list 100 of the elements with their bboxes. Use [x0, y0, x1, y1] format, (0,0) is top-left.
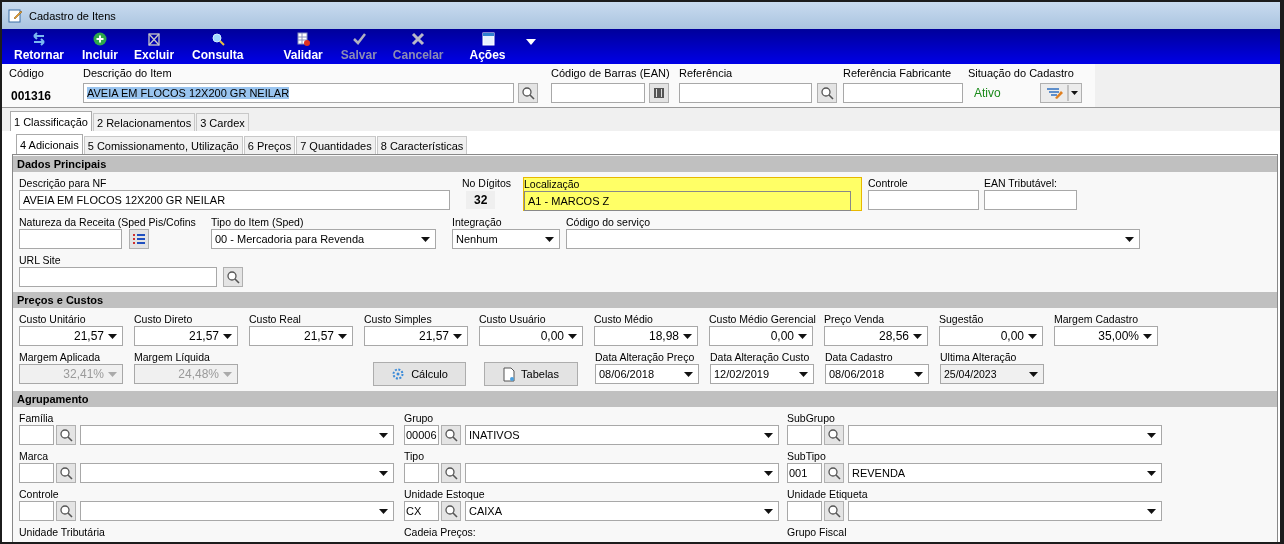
dropdown-field[interactable]	[80, 501, 394, 521]
search-button[interactable]	[441, 501, 461, 521]
field-label: Margem Líquida	[134, 351, 210, 364]
number-dropdown-field[interactable]: 21,57	[19, 326, 123, 346]
number-dropdown-field[interactable]: 21,57	[364, 326, 468, 346]
dropdown-field[interactable]: INATIVOS	[465, 425, 779, 445]
field-label: Integração	[452, 216, 502, 229]
search-button[interactable]	[56, 425, 76, 445]
tab[interactable]: 8 Características	[376, 136, 468, 154]
search-button[interactable]	[518, 83, 538, 103]
search-button[interactable]	[824, 501, 844, 521]
search-button[interactable]	[817, 83, 837, 103]
toolbar-validate-button[interactable]: Validar	[281, 31, 325, 62]
text-field[interactable]	[868, 190, 979, 210]
tab[interactable]: 3 Cardex	[196, 113, 249, 131]
calculate-button[interactable]: Cálculo	[373, 362, 466, 386]
status-value: Ativo	[974, 86, 1002, 100]
dropdown-arrow-icon	[914, 371, 923, 377]
dropdown-field[interactable]: 12/02/2019	[710, 364, 814, 384]
field-label: Controle	[19, 488, 59, 501]
code-field[interactable]: 001	[787, 463, 822, 483]
dropdown-field[interactable]: 25/04/2023	[940, 364, 1044, 384]
text-field[interactable]	[19, 267, 217, 287]
dropdown-field[interactable]: 08/06/2018	[825, 364, 929, 384]
dropdown-field[interactable]: 00 - Mercadoria para Revenda	[211, 229, 436, 249]
dropdown-field[interactable]	[465, 463, 779, 483]
text-field[interactable]: A1 - MARCOS Z	[524, 191, 851, 211]
dropdown-field[interactable]	[80, 463, 394, 483]
code-field[interactable]	[404, 463, 439, 483]
dropdown-arrow-icon	[764, 508, 773, 514]
tab[interactable]: 2 Relacionamentos	[93, 113, 196, 131]
field-label: Código	[9, 67, 44, 80]
tab[interactable]: 7 Quantidades	[296, 136, 376, 154]
tab[interactable]: 5 Comissionamento, Utilização	[83, 136, 243, 154]
dropdown-field[interactable]	[848, 501, 1162, 521]
dropdown-field[interactable]: 08/06/2018	[595, 364, 699, 384]
search-button[interactable]	[824, 425, 844, 445]
code-field[interactable]: 00006	[404, 425, 439, 445]
field-label: URL Site	[19, 254, 61, 267]
dropdown-field[interactable]: REVENDA	[848, 463, 1162, 483]
barcode-field[interactable]	[551, 83, 645, 103]
form-icon	[8, 8, 23, 23]
edit-dropdown-button[interactable]	[1040, 83, 1082, 103]
dropdown-field[interactable]: CAIXA	[465, 501, 779, 521]
tables-button[interactable]: Tabelas	[484, 362, 578, 386]
dropdown-arrow-icon	[421, 236, 430, 242]
toolbar-add-button[interactable]: Incluir	[80, 31, 121, 62]
search-button[interactable]	[441, 463, 461, 483]
field-label: Unidade Estoque	[404, 488, 485, 501]
search-icon	[59, 504, 73, 518]
tab[interactable]: 1 Classificação	[10, 111, 92, 131]
search-button[interactable]	[56, 501, 76, 521]
number-dropdown-field[interactable]: 28,56	[824, 326, 928, 346]
dropdown-field[interactable]	[566, 229, 1140, 249]
text-field[interactable]	[984, 190, 1077, 210]
toolbar-delete-button[interactable]: Excluir	[132, 31, 177, 62]
field-label: Ultima Alteração	[940, 351, 1017, 364]
list-button[interactable]	[129, 229, 149, 249]
number-dropdown-field[interactable]: 21,57	[249, 326, 353, 346]
text-field[interactable]	[19, 229, 122, 249]
number-dropdown-field[interactable]: 0,00	[939, 326, 1043, 346]
tab[interactable]: 4 Adicionais	[16, 134, 83, 154]
search-button[interactable]	[223, 267, 243, 287]
dropdown-field[interactable]	[80, 425, 394, 445]
number-dropdown-field[interactable]: 21,57	[134, 326, 238, 346]
code-field[interactable]	[787, 501, 822, 521]
code-field[interactable]: CX	[404, 501, 439, 521]
dropdown-arrow-icon	[1147, 508, 1156, 514]
dropdown-field[interactable]: Nenhum	[452, 229, 560, 249]
number-dropdown-field[interactable]: 0,00	[479, 326, 583, 346]
toolbar-search-button[interactable]: Consulta	[190, 31, 246, 62]
dropdown-field[interactable]	[848, 425, 1162, 445]
caret-icon[interactable]	[525, 38, 536, 45]
field-label: Data Alteração Preço	[595, 351, 695, 364]
toolbar-return-button[interactable]: Retornar	[12, 31, 66, 62]
field-label: Tipo	[404, 450, 425, 463]
text-field[interactable]: AVEIA EM FLOCOS 12X200 GR NEILAR	[19, 190, 450, 210]
description-field[interactable]: AVEIA EM FLOCOS 12X200 GR NEILAR	[83, 83, 514, 103]
search-button[interactable]	[441, 425, 461, 445]
toolbar-actions-button[interactable]: Ações	[467, 31, 508, 62]
search-icon	[827, 428, 841, 442]
dropdown-arrow-icon	[1147, 432, 1156, 438]
number-dropdown-field[interactable]: 18,98	[594, 326, 698, 346]
number-dropdown-field[interactable]: 0,00	[709, 326, 813, 346]
code-field[interactable]	[19, 501, 54, 521]
code-field[interactable]	[19, 425, 54, 445]
code-field[interactable]	[19, 463, 54, 483]
reference-field[interactable]	[679, 83, 812, 103]
tab[interactable]: 6 Preços	[243, 136, 296, 154]
field-label: Margem Cadastro	[1054, 313, 1139, 326]
dropdown-arrow-icon	[798, 333, 807, 339]
field-label: Custo Direto	[134, 313, 193, 326]
field-label: Código de Barras (EAN)	[551, 67, 670, 80]
field-label: Descrição do Item	[83, 67, 172, 80]
code-field[interactable]	[787, 425, 822, 445]
search-button[interactable]	[824, 463, 844, 483]
search-button[interactable]	[56, 463, 76, 483]
barcode-button[interactable]	[649, 83, 669, 103]
manufacturer-reference-field[interactable]	[843, 83, 963, 103]
number-dropdown-field[interactable]: 35,00%	[1054, 326, 1158, 346]
